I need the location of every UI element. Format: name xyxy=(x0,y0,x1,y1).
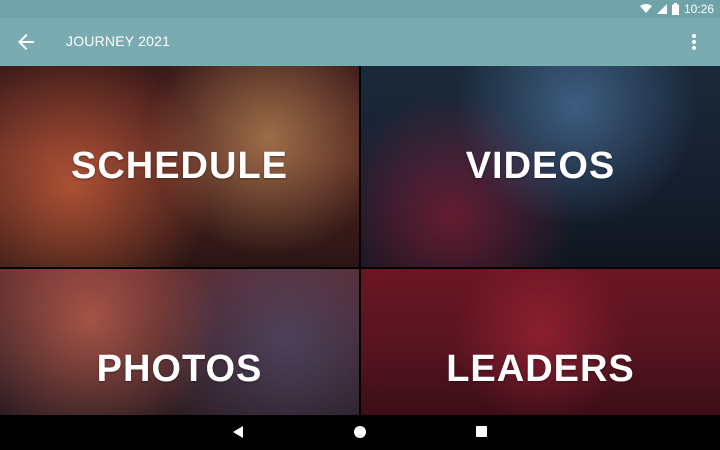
status-time: 10:26 xyxy=(683,2,714,16)
leaders-label: LEADERS xyxy=(446,348,635,390)
page-title: JOURNEY 2021 xyxy=(66,33,171,49)
videos-tile[interactable]: VIDEOS xyxy=(361,66,720,267)
schedule-tile[interactable]: SCHEDULE xyxy=(0,66,359,267)
battery-icon xyxy=(671,3,679,15)
schedule-label: SCHEDULE xyxy=(70,145,289,187)
status-icons: 10:26 xyxy=(639,2,714,16)
menu-grid: SCHEDULE VIDEOS PHOTOS LEADERS xyxy=(0,66,720,415)
leaders-tile[interactable]: LEADERS xyxy=(361,269,720,415)
arrow-left-icon[interactable] xyxy=(14,30,38,54)
nav-recents-icon[interactable] xyxy=(476,426,487,437)
wifi-icon xyxy=(639,4,652,13)
photos-label: PHOTOS xyxy=(96,348,263,390)
nav-back-icon[interactable] xyxy=(230,424,246,440)
more-vertical-icon[interactable] xyxy=(682,30,706,54)
system-nav-bar xyxy=(0,415,720,450)
videos-label: VIDEOS xyxy=(465,145,616,187)
status-bar: 10:26 xyxy=(0,0,720,18)
nav-home-icon[interactable] xyxy=(354,426,366,438)
photos-tile[interactable]: PHOTOS xyxy=(0,269,359,415)
signal-icon xyxy=(656,4,667,14)
app-bar: JOURNEY 2021 xyxy=(0,18,720,66)
